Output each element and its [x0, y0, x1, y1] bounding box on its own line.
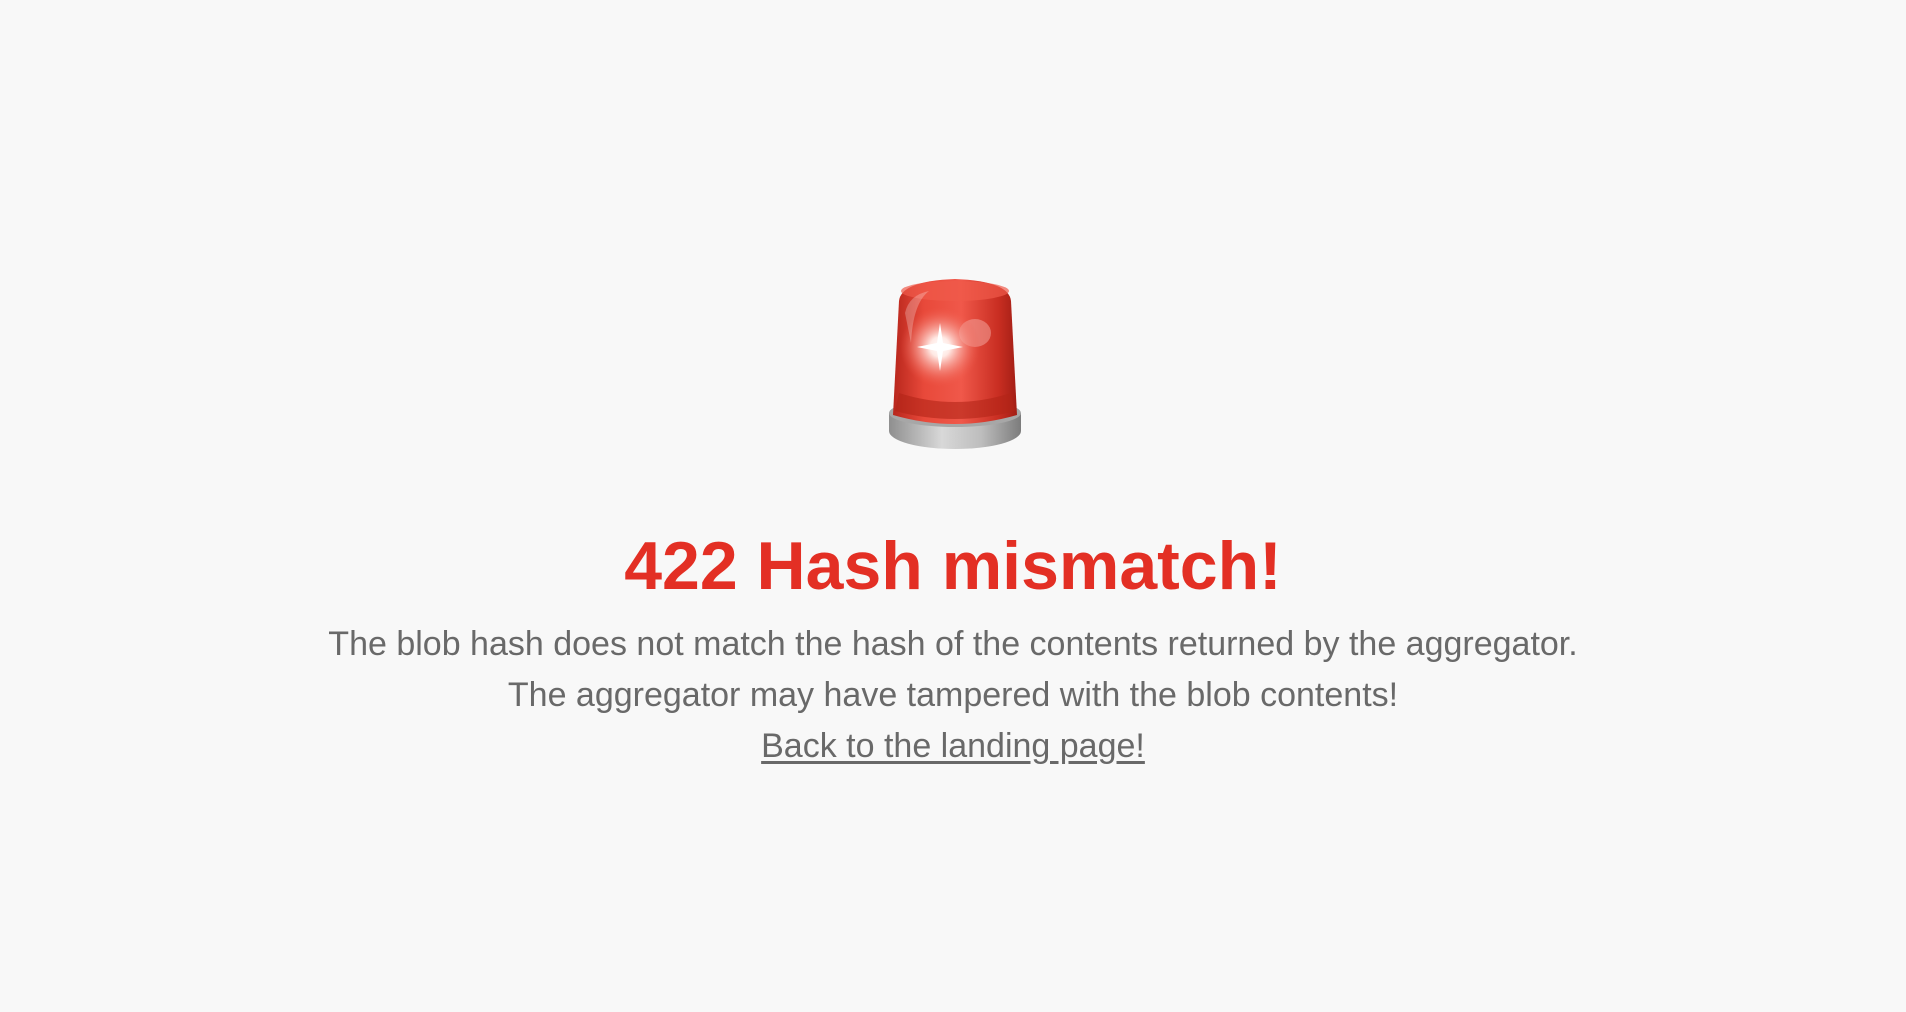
back-link-row: Back to the landing page!: [0, 721, 1906, 772]
error-description-line-1: The blob hash does not match the hash of…: [328, 625, 1578, 663]
police-car-light-icon: [889, 279, 1021, 449]
error-message: The blob hash does not match the hash of…: [0, 619, 1906, 772]
error-title: 422 Hash mismatch!: [624, 528, 1282, 604]
error-page: 422 Hash mismatch! The blob hash does no…: [0, 0, 1906, 1012]
back-to-landing-link[interactable]: Back to the landing page!: [761, 727, 1145, 765]
error-description-line-2: The aggregator may have tampered with th…: [507, 676, 1399, 714]
